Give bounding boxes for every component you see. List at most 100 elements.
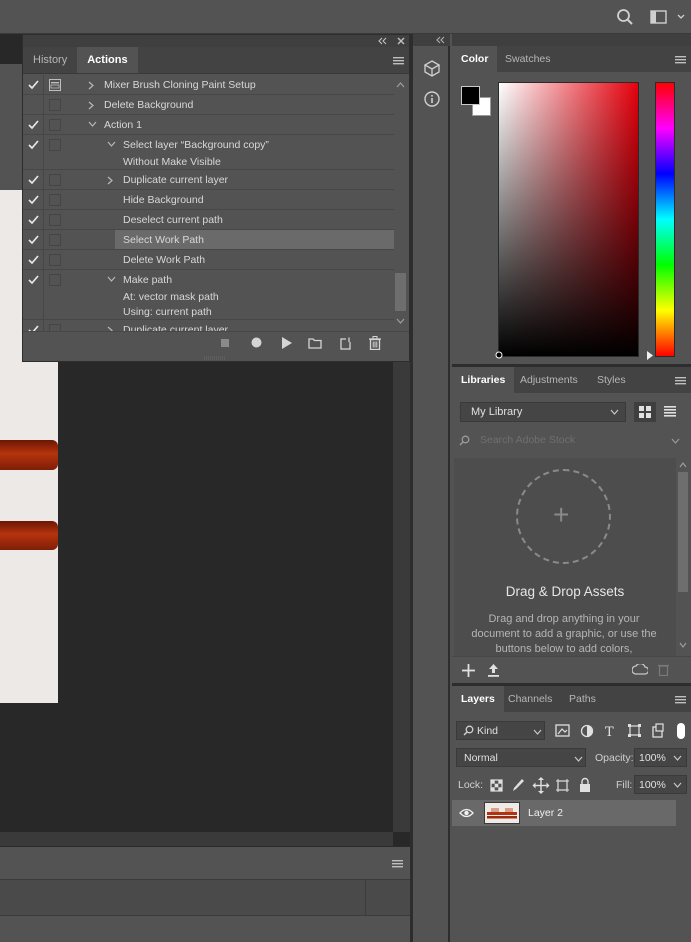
folder-icon[interactable]	[308, 337, 322, 349]
dialog-toggle-empty[interactable]	[49, 324, 61, 331]
panel-menu-icon[interactable]	[675, 56, 686, 64]
checkmark-icon[interactable]	[28, 120, 42, 130]
libraries-scrollbar[interactable]	[676, 458, 690, 656]
grid-view-icon[interactable]	[634, 402, 656, 422]
dialog-toggle-empty[interactable]	[49, 99, 61, 111]
hue-slider-handle[interactable]	[646, 351, 654, 360]
add-content-icon[interactable]	[462, 664, 475, 677]
collapsed-strip-header[interactable]	[413, 34, 450, 46]
library-select[interactable]: My Library	[460, 402, 626, 422]
info-icon[interactable]	[423, 90, 441, 108]
panel-menu-icon[interactable]	[393, 57, 404, 65]
creative-cloud-icon[interactable]	[632, 664, 648, 676]
action-label: Action 1	[104, 119, 142, 131]
panel-menu-icon[interactable]	[392, 860, 403, 868]
action-row[interactable]: Deselect current path	[23, 210, 394, 230]
dialog-toggle-empty[interactable]	[49, 254, 61, 266]
checkmark-icon[interactable]	[28, 140, 42, 150]
dock-header[interactable]	[452, 34, 691, 46]
dialog-toggle-empty[interactable]	[49, 234, 61, 246]
dialog-toggle-empty[interactable]	[49, 214, 61, 226]
chevron-down-icon	[671, 438, 680, 444]
checkmark-icon[interactable]	[28, 275, 42, 285]
panel-menu-icon[interactable]	[675, 696, 686, 704]
stop-icon[interactable]	[221, 339, 229, 347]
checkmark-icon[interactable]	[28, 255, 42, 265]
adobe-stock-search[interactable]: Search Adobe Stock	[454, 430, 685, 452]
dialog-toggle-icon[interactable]	[49, 79, 61, 91]
tab-actions[interactable]: Actions	[77, 47, 138, 73]
layer-thumbnail[interactable]	[484, 802, 520, 824]
chevron-right-icon[interactable]	[107, 176, 114, 185]
fill-field[interactable]: 100%	[634, 775, 687, 794]
checkmark-icon[interactable]	[28, 215, 42, 225]
action-label: Delete Work Path	[123, 254, 206, 266]
action-row[interactable]: Duplicate current layer	[23, 320, 394, 331]
play-icon[interactable]	[281, 337, 292, 349]
canvas-horizontal-scrollbar[interactable]	[0, 832, 393, 846]
checkmark-icon[interactable]	[28, 175, 42, 185]
hue-slider[interactable]	[655, 82, 675, 357]
checkmark-icon[interactable]	[28, 235, 42, 245]
action-row[interactable]: Hide Background	[23, 190, 394, 210]
tab-libraries[interactable]: Libraries	[452, 367, 515, 393]
collapse-icon[interactable]	[377, 36, 389, 46]
dialog-toggle-empty[interactable]	[49, 274, 61, 286]
actions-scrollbar[interactable]	[394, 75, 407, 331]
upload-icon[interactable]	[487, 663, 500, 677]
panel-title-strip[interactable]	[23, 35, 409, 47]
chevron-down-icon[interactable]	[107, 276, 116, 283]
tab-layers[interactable]: Layers	[452, 686, 504, 712]
close-icon[interactable]	[396, 36, 406, 46]
new-action-icon[interactable]	[340, 337, 352, 350]
tab-paths[interactable]: Paths	[560, 686, 605, 712]
foreground-color-overlay	[461, 86, 480, 105]
action-row[interactable]: Select layer “Background copy” Without Ma…	[23, 135, 394, 170]
trash-icon[interactable]	[658, 663, 669, 676]
tab-styles[interactable]: Styles	[588, 367, 635, 393]
opacity-field[interactable]: 100%	[634, 748, 687, 767]
checkmark-icon[interactable]	[28, 195, 42, 205]
color-saturation-field[interactable]	[498, 82, 639, 357]
tab-adjustments[interactable]: Adjustments	[511, 367, 587, 393]
record-icon[interactable]	[251, 337, 262, 348]
options-bar	[0, 0, 691, 34]
panel-menu-icon[interactable]	[675, 377, 686, 385]
dialog-toggle-empty[interactable]	[49, 194, 61, 206]
tab-channels[interactable]: Channels	[499, 686, 561, 712]
action-row[interactable]: Make path At: vector mask path Using: curr…	[23, 270, 394, 320]
action-row[interactable]: Delete Background	[23, 95, 394, 115]
list-view-icon[interactable]	[664, 406, 676, 417]
eye-icon[interactable]	[459, 808, 474, 818]
trash-icon[interactable]	[369, 336, 381, 350]
3d-cube-icon[interactable]	[423, 59, 441, 79]
lock-icons[interactable]	[488, 777, 598, 794]
layers-tabbar: Layers Channels Paths	[452, 686, 691, 712]
action-row[interactable]: Select Work Path	[23, 230, 394, 250]
chevron-down-icon	[673, 782, 682, 788]
timeline-strip[interactable]	[0, 879, 410, 916]
chevron-down-icon[interactable]	[88, 121, 97, 128]
layer-filter-select[interactable]: Kind	[456, 721, 545, 740]
search-placeholder: Search Adobe Stock	[480, 434, 576, 446]
resize-grip[interactable]	[204, 356, 226, 360]
chevron-down-icon[interactable]	[107, 141, 116, 148]
blend-mode-select[interactable]: Normal	[456, 748, 586, 767]
tab-history[interactable]: History	[23, 47, 77, 73]
dialog-toggle-empty[interactable]	[49, 139, 61, 151]
chevron-right-icon[interactable]	[88, 101, 95, 110]
checkmark-icon[interactable]	[28, 80, 42, 90]
action-row[interactable]: Duplicate current layer	[23, 170, 394, 190]
search-icon[interactable]	[616, 8, 634, 26]
action-row[interactable]: Delete Work Path	[23, 250, 394, 270]
actions-tabbar: History Actions	[23, 47, 409, 74]
tab-color[interactable]: Color	[452, 46, 498, 72]
action-row[interactable]: Action 1	[23, 115, 394, 135]
action-row[interactable]: Mixer Brush Cloning Paint Setup	[23, 75, 394, 95]
workspace-switcher-icon[interactable]	[650, 8, 686, 26]
tab-swatches[interactable]: Swatches	[496, 46, 560, 72]
chevron-right-icon[interactable]	[88, 81, 95, 90]
drop-description: Drag and drop anything in your document …	[471, 613, 657, 655]
dialog-toggle-empty[interactable]	[49, 119, 61, 131]
dialog-toggle-empty[interactable]	[49, 174, 61, 186]
